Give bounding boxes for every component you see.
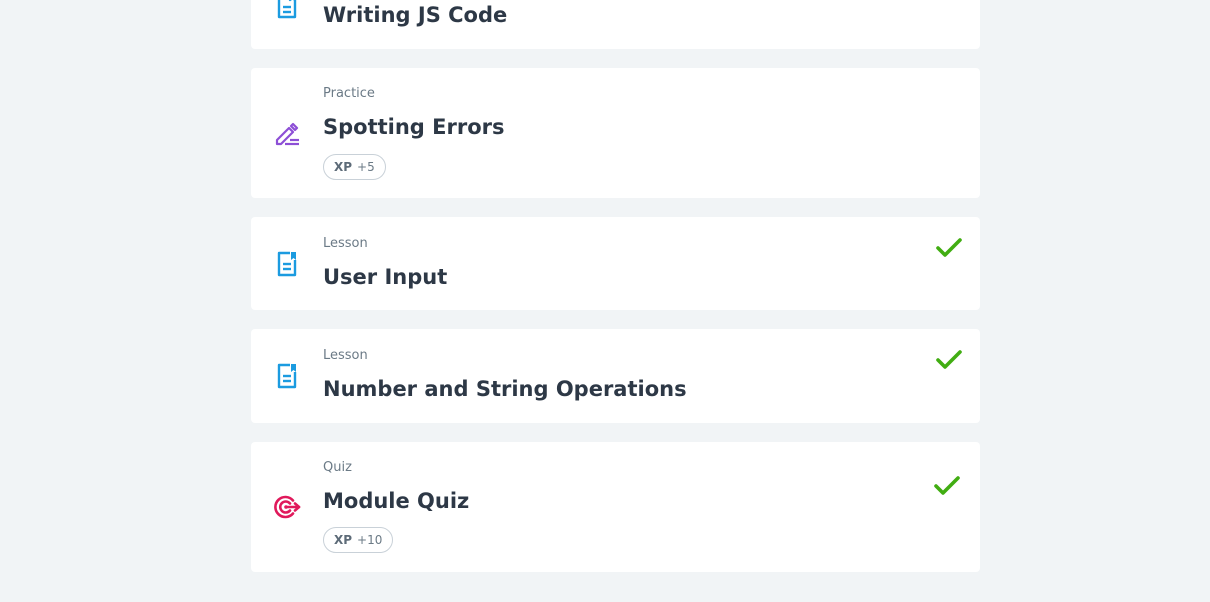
lesson-doc-icon xyxy=(277,363,297,389)
quiz-card-module-quiz[interactable]: Quiz Module Quiz XP +10 xyxy=(251,442,980,572)
xp-badge: XP +10 xyxy=(323,527,394,553)
item-type-label: Lesson xyxy=(323,236,368,251)
quiz-target-icon xyxy=(274,495,301,519)
lesson-card-number-string-ops[interactable]: Lesson Number and String Operations xyxy=(251,329,980,423)
item-title: Spotting Errors xyxy=(323,115,505,139)
lesson-doc-icon xyxy=(277,251,297,277)
xp-value: +5 xyxy=(357,160,375,174)
completed-check-icon xyxy=(936,350,962,369)
xp-label: XP xyxy=(334,160,353,174)
item-type-label: Lesson xyxy=(323,348,368,363)
item-type-label: Practice xyxy=(323,86,375,101)
item-title: Number and String Operations xyxy=(323,377,687,401)
completed-check-icon xyxy=(936,238,962,257)
item-type-label: Quiz xyxy=(323,460,352,475)
practice-pencil-icon xyxy=(275,122,299,146)
xp-value: +10 xyxy=(357,533,383,547)
lesson-card-user-input[interactable]: Lesson User Input xyxy=(251,217,980,310)
practice-card-spotting-errors[interactable]: Practice Spotting Errors XP +5 xyxy=(251,68,980,198)
xp-label: XP xyxy=(334,533,353,547)
completed-check-icon xyxy=(934,476,960,495)
lesson-card-writing-js-code[interactable]: Writing JS Code xyxy=(251,0,980,49)
lesson-doc-icon xyxy=(277,0,297,19)
xp-badge: XP +5 xyxy=(323,154,386,180)
item-title: Module Quiz xyxy=(323,489,470,513)
item-title: User Input xyxy=(323,265,448,289)
item-title: Writing JS Code xyxy=(323,3,508,27)
